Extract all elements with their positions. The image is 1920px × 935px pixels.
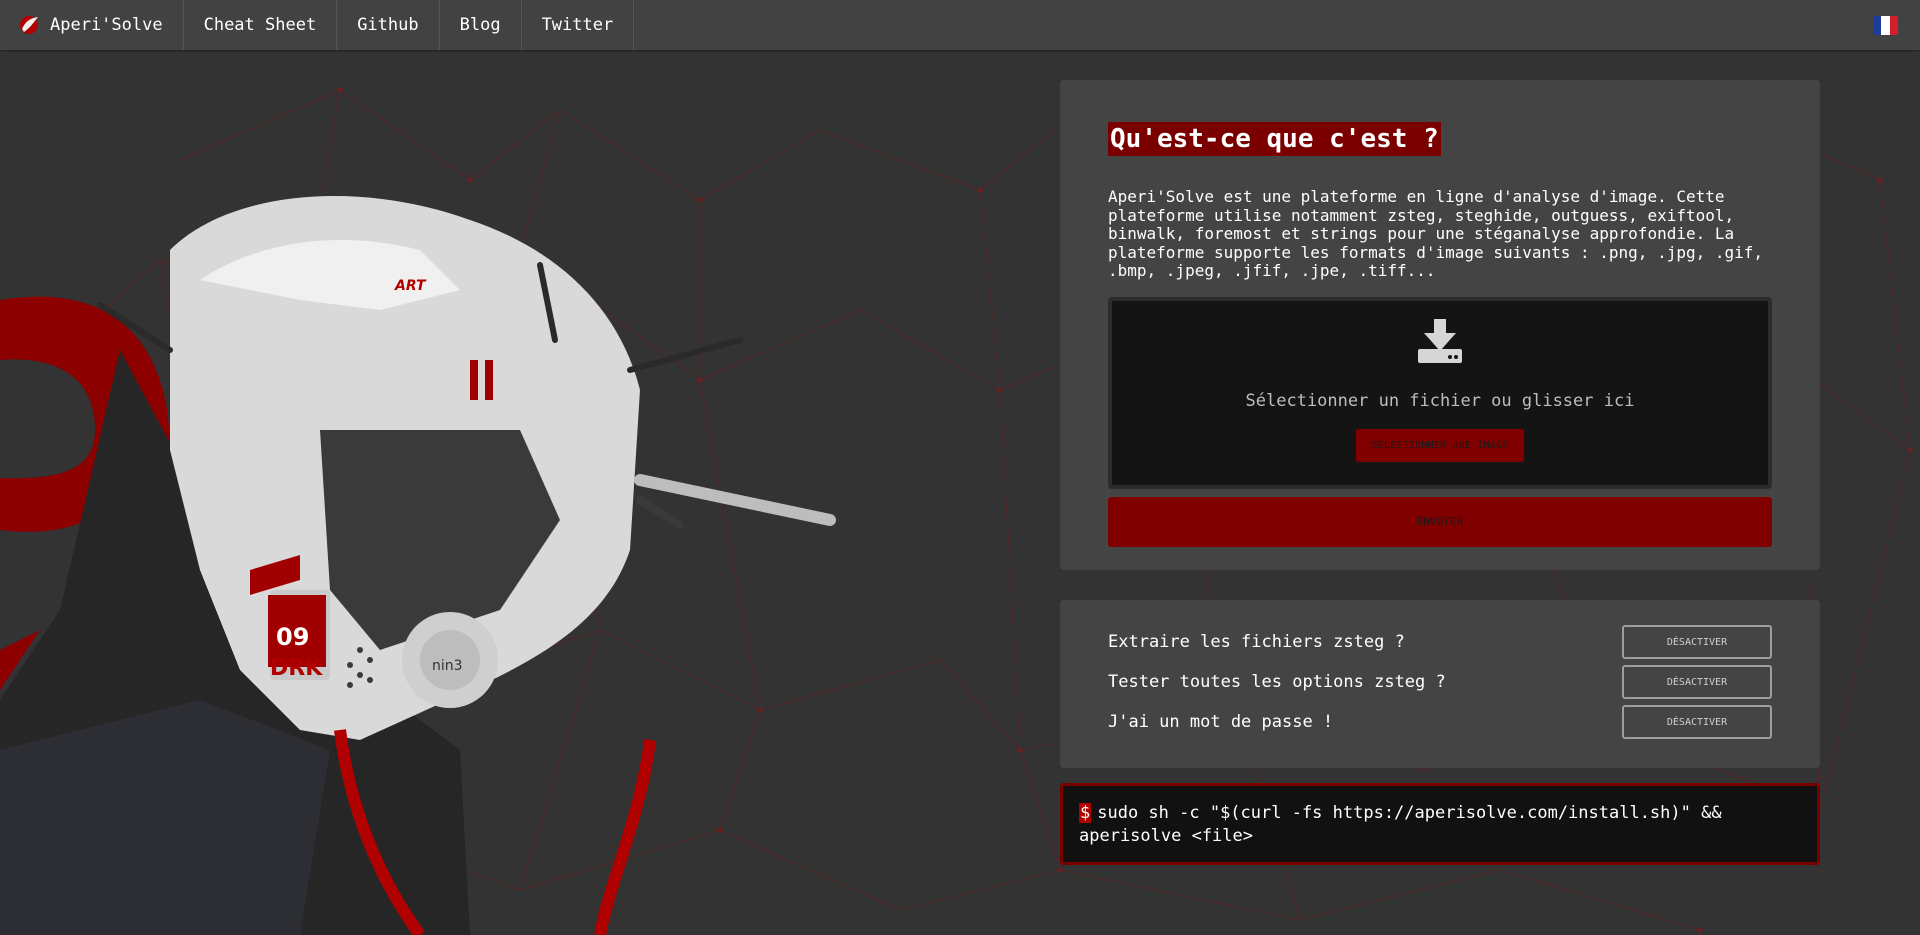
- file-dropzone[interactable]: Sélectionner un fichier ou glisser ici S…: [1108, 296, 1772, 489]
- toggle-password-button[interactable]: DÉSACTIVER: [1622, 705, 1772, 739]
- french-flag-icon: [1873, 15, 1898, 35]
- toggle-all-zsteg-button[interactable]: DÉSACTIVER: [1622, 665, 1772, 699]
- hero-robot-helmet-illustration: 09 DRK ART nin3: [0, 196, 836, 935]
- brand-logo-icon: [20, 16, 38, 34]
- top-navbar: Aperi'Solve Cheat Sheet Github Blog Twit…: [0, 0, 1920, 50]
- helmet-label-art: ART: [394, 278, 427, 294]
- helmet-label-09: 09: [276, 623, 309, 651]
- nav-link-blog[interactable]: Blog: [440, 0, 522, 50]
- option-row-all-zsteg: Tester toutes les options zsteg ? DÉSACT…: [1108, 662, 1772, 702]
- upload-card: Qu'est-ce que c'est ? Aperi'Solve est un…: [1060, 80, 1820, 570]
- language-switcher[interactable]: [1873, 0, 1920, 50]
- toggle-extract-zsteg-button[interactable]: DÉSACTIVER: [1622, 625, 1772, 659]
- brand-link[interactable]: Aperi'Solve: [0, 0, 184, 50]
- install-command: sudo sh -c "$(curl -fs https://aperisolv…: [1079, 803, 1722, 846]
- option-row-extract-zsteg: Extraire les fichiers zsteg ? DÉSACTIVER: [1108, 622, 1772, 662]
- nav-link-twitter[interactable]: Twitter: [522, 0, 635, 50]
- option-label: J'ai un mot de passe !: [1108, 712, 1334, 732]
- install-command-box[interactable]: $ sudo sh -c "$(curl -fs https://aperisol…: [1060, 783, 1820, 865]
- nav-link-github[interactable]: Github: [337, 0, 440, 50]
- option-row-password: J'ai un mot de passe ! DÉSACTIVER: [1108, 702, 1772, 742]
- download-icon: [1418, 318, 1462, 363]
- shell-prompt: $: [1079, 803, 1092, 823]
- submit-button[interactable]: ENVOYER: [1108, 496, 1772, 547]
- card-title: Qu'est-ce que c'est ?: [1108, 122, 1441, 156]
- select-image-button[interactable]: SÉLECTIONNER UNE IMAGE: [1355, 428, 1525, 462]
- option-label: Extraire les fichiers zsteg ?: [1108, 632, 1405, 652]
- dropzone-text: Sélectionner un fichier ou glisser ici: [1245, 390, 1635, 411]
- helmet-label-drk: DRK: [270, 656, 323, 681]
- helmet-label-nine: nin3: [432, 658, 463, 674]
- option-label: Tester toutes les options zsteg ?: [1108, 672, 1446, 692]
- nav-link-cheat-sheet[interactable]: Cheat Sheet: [184, 0, 338, 50]
- options-card: Extraire les fichiers zsteg ? DÉSACTIVER…: [1060, 600, 1820, 768]
- description-text: Aperi'Solve est une plateforme en ligne …: [1108, 187, 1764, 280]
- brand-name: Aperi'Solve: [50, 15, 163, 35]
